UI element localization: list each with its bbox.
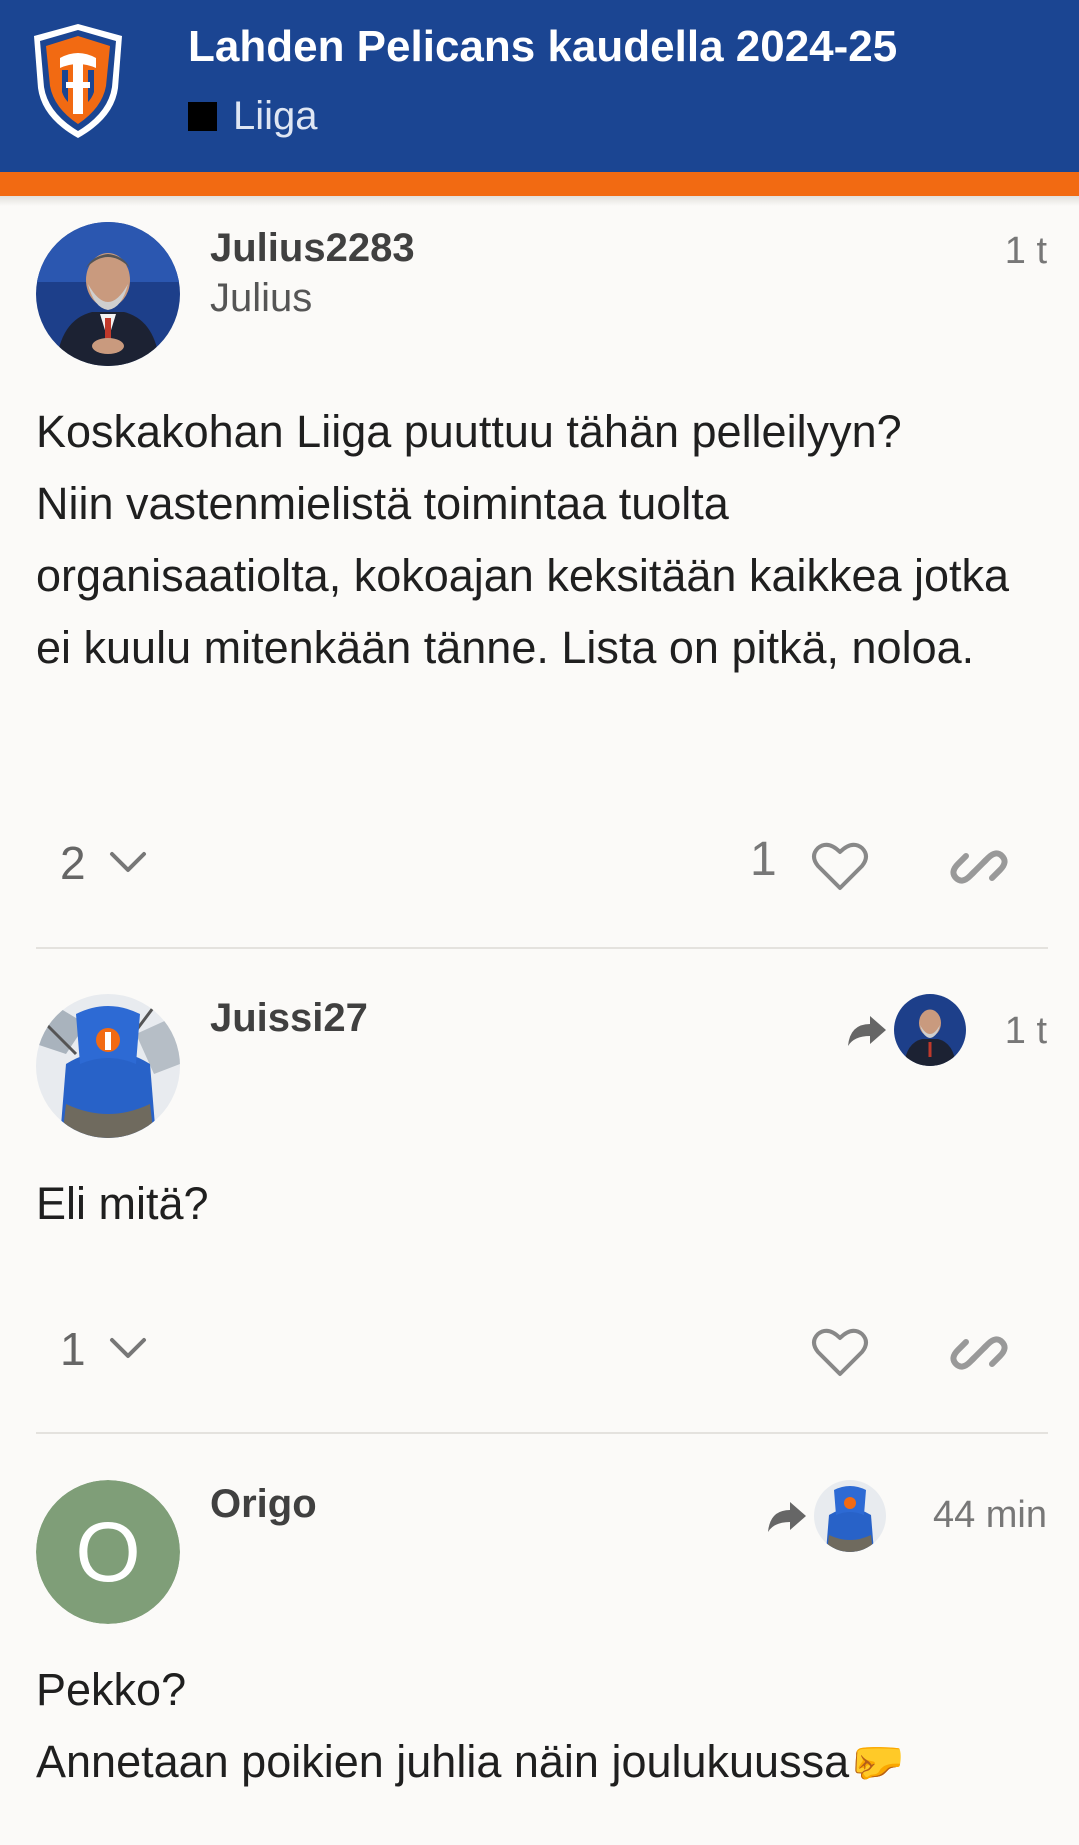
post-actions: 2 1 bbox=[0, 828, 1079, 898]
post-body: Eli mitä? bbox=[36, 1168, 1046, 1240]
reply-to-avatar bbox=[894, 994, 966, 1066]
header-accent-stripe bbox=[0, 172, 1079, 196]
avatar[interactable]: O bbox=[36, 1480, 180, 1624]
reply-to-indicator[interactable] bbox=[764, 1480, 886, 1552]
chevron-down-icon bbox=[109, 852, 146, 872]
post-date[interactable]: 1 t bbox=[1005, 1010, 1047, 1053]
avatar[interactable] bbox=[36, 222, 180, 366]
post-actions: 1 bbox=[0, 1314, 1079, 1384]
post-username[interactable]: Juissi27 bbox=[210, 996, 368, 1041]
avatar[interactable] bbox=[36, 994, 180, 1138]
team-logo-icon[interactable] bbox=[30, 22, 126, 140]
category-label: Liiga bbox=[233, 94, 318, 138]
chevron-down-icon bbox=[109, 1338, 146, 1358]
post-fullname: Julius bbox=[210, 276, 313, 320]
post-paragraph: Koskakohan Liiga puuttuu tähän pelleilyy… bbox=[36, 406, 902, 457]
post-divider bbox=[36, 947, 1048, 949]
reply-arrow-icon bbox=[848, 1016, 886, 1046]
topic-header: Lahden Pelicans kaudella 2024-25 Liiga bbox=[0, 0, 1079, 172]
replies-count: 2 bbox=[60, 837, 86, 889]
heart-icon[interactable] bbox=[810, 1324, 870, 1380]
category-color-swatch bbox=[188, 102, 217, 131]
post-paragraph: Niin vastenmielistä toimintaa tuolta org… bbox=[36, 478, 1010, 673]
post-paragraph: Eli mitä? bbox=[36, 1178, 209, 1229]
letter-avatar: O bbox=[36, 1480, 180, 1624]
link-icon[interactable] bbox=[950, 1328, 1008, 1378]
post-paragraph: Annetaan poikien juhlia näin joulukuussa… bbox=[36, 1736, 906, 1787]
post-username[interactable]: Origo bbox=[210, 1482, 317, 1527]
post-username[interactable]: Julius2283 bbox=[210, 226, 415, 271]
replies-count: 1 bbox=[60, 1323, 86, 1375]
post-date[interactable]: 1 t bbox=[1005, 230, 1047, 273]
post-paragraph: Pekko? bbox=[36, 1664, 187, 1715]
topic-title[interactable]: Lahden Pelicans kaudella 2024-25 bbox=[188, 22, 897, 72]
post-date[interactable]: 44 min bbox=[933, 1494, 1047, 1537]
link-icon[interactable] bbox=[950, 842, 1008, 892]
replies-toggle-button[interactable]: 1 bbox=[60, 1322, 148, 1376]
like-count[interactable]: 1 bbox=[750, 832, 777, 887]
heart-icon[interactable] bbox=[810, 838, 870, 894]
post-body: Pekko? Annetaan poikien juhlia näin joul… bbox=[36, 1654, 1046, 1798]
post-body: Koskakohan Liiga puuttuu tähän pelleilyy… bbox=[36, 396, 1046, 684]
replies-toggle-button[interactable]: 2 bbox=[60, 836, 148, 890]
reply-arrow-icon bbox=[768, 1502, 806, 1532]
post-divider bbox=[36, 1432, 1048, 1434]
category-badge[interactable]: Liiga bbox=[188, 94, 318, 139]
reply-to-indicator[interactable] bbox=[844, 994, 966, 1066]
reply-to-avatar bbox=[814, 1480, 886, 1552]
header-shadow bbox=[0, 196, 1079, 206]
